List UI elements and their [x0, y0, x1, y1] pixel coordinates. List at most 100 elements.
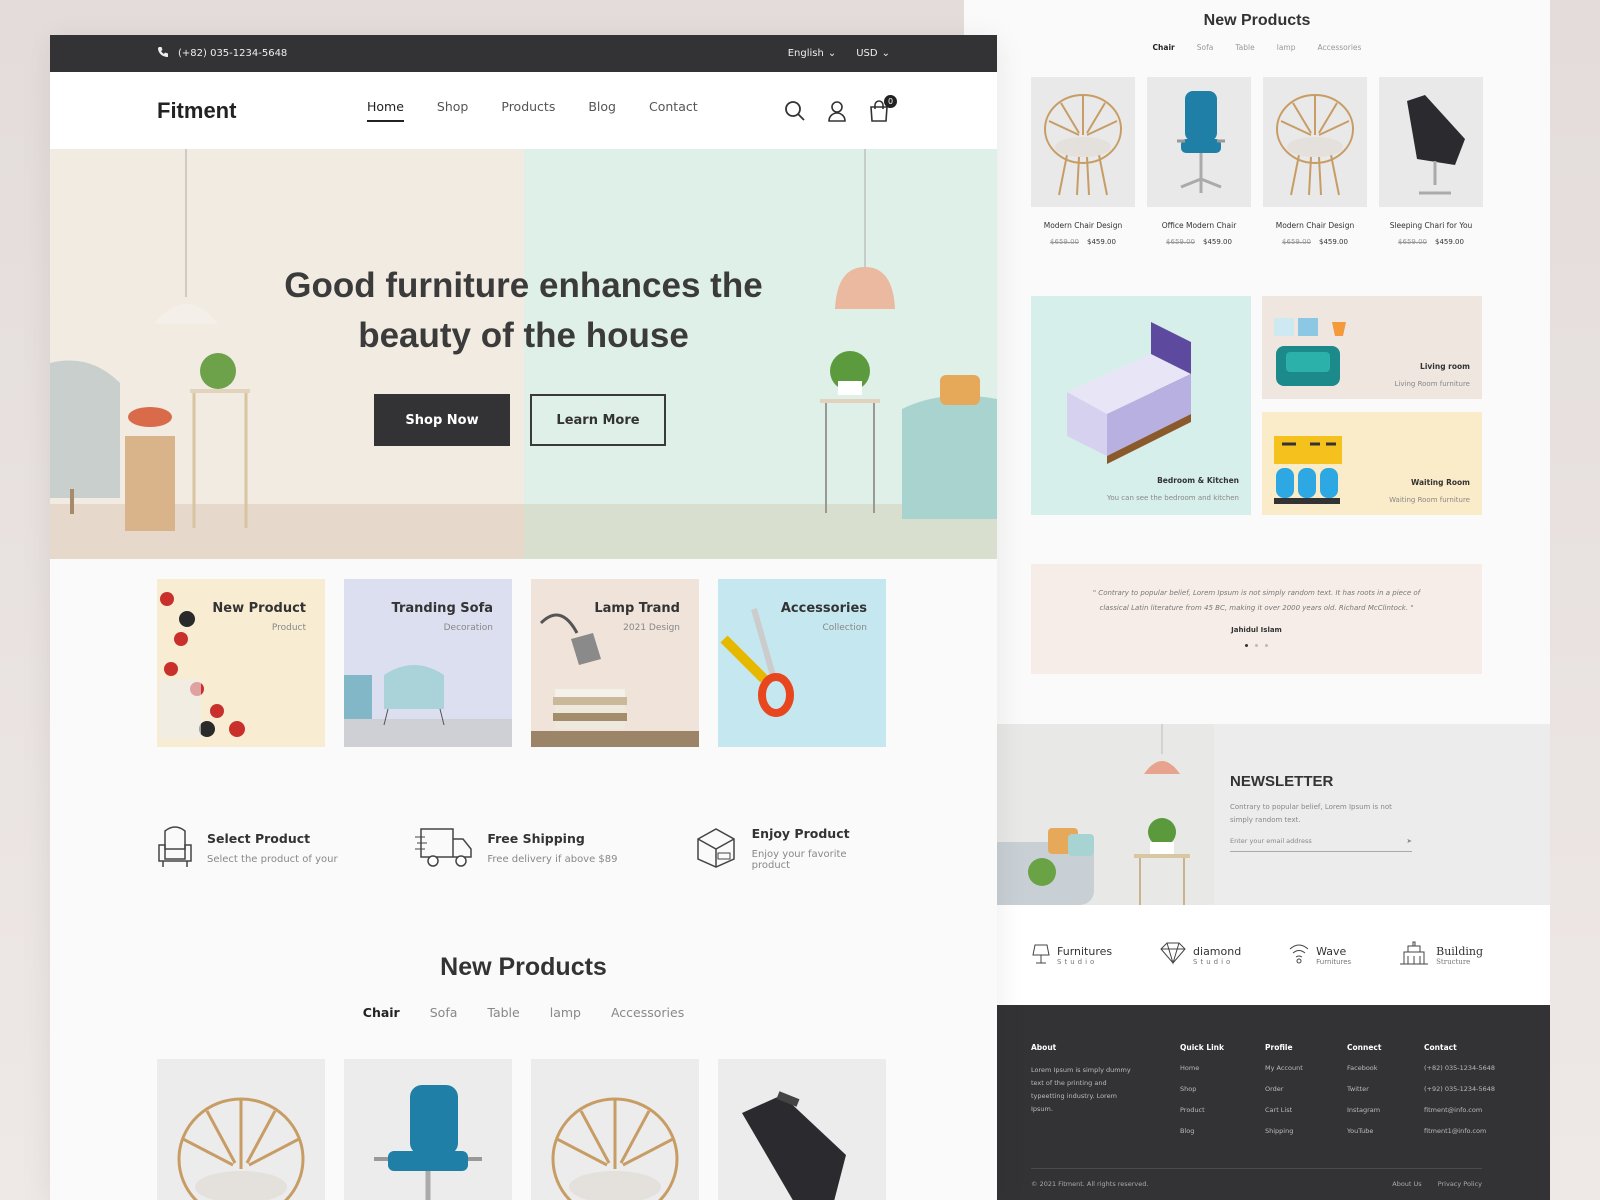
send-icon[interactable]: ➤: [1407, 837, 1412, 845]
phone-icon: [157, 46, 169, 61]
product-image: [374, 1085, 482, 1200]
main-page: (+82) 035-1234-5648 English ⌄ USD ⌄ Fitmen…: [50, 35, 997, 1200]
footer-bottom: © 2021 Fitment. All rights reserved. Abo…: [1031, 1168, 1482, 1188]
product-name[interactable]: Sleeping Chari for You: [1379, 221, 1483, 230]
brand-logo: Building Structure: [1398, 940, 1483, 970]
product-name[interactable]: Modern Chair Design: [1263, 221, 1367, 230]
product-price: $659.00 $459.00: [1050, 238, 1116, 246]
category-title: Lamp Trand: [594, 601, 680, 616]
tab-accessories[interactable]: Accessories: [611, 1005, 684, 1020]
nav-item-contact[interactable]: Contact: [649, 99, 698, 122]
category-subtitle: Product: [271, 623, 306, 633]
newsletter-section: NEWSLETTER Contrary to popular belief, L…: [964, 724, 1550, 905]
nav-item-shop[interactable]: Shop: [437, 99, 468, 122]
waiting-seats-icon: [1274, 436, 1342, 504]
footer-link[interactable]: fitment1@info.com: [1424, 1127, 1495, 1135]
building-icon: [1398, 940, 1430, 970]
category-card-accessories[interactable]: Accessories Collection: [718, 579, 886, 747]
cart-icon[interactable]: 0: [868, 94, 897, 122]
footer-link[interactable]: (+92) 035-1234-5648: [1424, 1085, 1495, 1093]
nav-item-products[interactable]: Products: [501, 99, 555, 122]
product-card[interactable]: [157, 1059, 325, 1200]
product-card[interactable]: Sleeping Chari for You $659.00 $459.00: [1379, 77, 1483, 246]
product-card[interactable]: [344, 1059, 512, 1200]
testimonial-quote: " Contrary to popular belief, Lorem Ipsu…: [1092, 589, 1421, 612]
footer-column: Connect Facebook Twitter Instagram YouTu…: [1347, 1043, 1382, 1135]
footer-link[interactable]: About Us: [1392, 1180, 1421, 1188]
carousel-dots[interactable]: [1031, 644, 1482, 647]
right-tab-accessories[interactable]: Accessories: [1317, 43, 1361, 52]
category-subtitle: 2021 Design: [623, 623, 680, 633]
right-new-products-title: New Products: [1203, 12, 1311, 29]
tab-sofa[interactable]: Sofa: [430, 1005, 458, 1020]
footer-link[interactable]: fitment@info.com: [1424, 1106, 1495, 1114]
footer-link[interactable]: Order: [1265, 1085, 1303, 1093]
footer-about: About Lorem Ipsum is simply dummy text o…: [1031, 1043, 1131, 1113]
right-tab-sofa[interactable]: Sofa: [1197, 43, 1214, 52]
email-input[interactable]: Enter your email address ➤: [1230, 837, 1412, 852]
footer-link[interactable]: (+82) 035-1234-5648: [1424, 1064, 1495, 1072]
category-title: New Product: [212, 601, 306, 616]
product-card[interactable]: Office Modern Chair $659.00 $459.00: [1147, 77, 1251, 246]
footer-link[interactable]: Instagram: [1347, 1106, 1381, 1114]
currency-select[interactable]: USD ⌄: [856, 48, 890, 59]
nav-menu: Home Shop Products Blog Contact: [367, 99, 784, 122]
wave-icon: [1288, 941, 1310, 969]
user-icon[interactable]: [826, 100, 848, 122]
right-page-preview: New Products Chair Sofa Table lamp Acces…: [964, 0, 1550, 1200]
footer-link[interactable]: YouTube: [1347, 1127, 1381, 1135]
tab-table[interactable]: Table: [487, 1005, 519, 1020]
nav-item-home[interactable]: Home: [367, 99, 404, 122]
product-price: $659.00 $459.00: [1398, 238, 1464, 246]
product-card[interactable]: [531, 1059, 699, 1200]
footer-link[interactable]: Cart List: [1265, 1106, 1303, 1114]
phone-contact: (+82) 035-1234-5648: [157, 46, 287, 61]
room-card-waiting[interactable]: Waiting Room Waiting Room furniture: [1262, 412, 1482, 515]
footer-link[interactable]: Privacy Policy: [1438, 1180, 1482, 1188]
category-card-new-product[interactable]: New Product Product: [157, 579, 325, 747]
room-subtitle: Living Room furniture: [1394, 380, 1470, 388]
product-tabs: Chair Sofa Table lamp Accessories: [50, 1005, 997, 1020]
product-image: [742, 1091, 846, 1200]
room-subtitle: Waiting Room furniture: [1389, 496, 1470, 504]
testimonial-author: Jahidul Islam: [1231, 626, 1282, 634]
footer-link[interactable]: Home: [1180, 1064, 1224, 1072]
tab-chair[interactable]: Chair: [363, 1005, 400, 1020]
shop-now-button[interactable]: Shop Now: [374, 394, 510, 446]
right-tab-lamp[interactable]: lamp: [1277, 43, 1296, 52]
right-product-tabs: Chair Sofa Table lamp Accessories: [964, 43, 1550, 52]
feature-item: Enjoy Product Enjoy your favorite product: [694, 823, 887, 873]
product-image: [1379, 77, 1483, 207]
feature-item: Free Shipping Free delivery if above $89: [415, 823, 693, 873]
footer-link[interactable]: Twitter: [1347, 1085, 1381, 1093]
chevron-down-icon: ⌄: [881, 48, 890, 59]
logo[interactable]: Fitment: [157, 98, 367, 124]
product-card[interactable]: [718, 1059, 886, 1200]
main-nav: Fitment Home Shop Products Blog Contact …: [50, 72, 997, 149]
footer-link[interactable]: My Account: [1265, 1064, 1303, 1072]
cart-count-badge: 0: [884, 94, 897, 108]
right-tab-table[interactable]: Table: [1235, 43, 1254, 52]
room-card-bedroom[interactable]: Bedroom & Kitchen You can see the bedroo…: [1031, 296, 1251, 515]
product-card[interactable]: Modern Chair Design $659.00 $459.00: [1263, 77, 1367, 246]
footer-link[interactable]: Facebook: [1347, 1064, 1381, 1072]
nav-item-blog[interactable]: Blog: [588, 99, 616, 122]
footer-link[interactable]: Shipping: [1265, 1127, 1303, 1135]
newsletter-title: NEWSLETTER: [1230, 773, 1334, 790]
brand-logo: Wave Furnitures: [1288, 941, 1351, 969]
footer-link[interactable]: Blog: [1180, 1127, 1224, 1135]
category-card-sofa[interactable]: Tranding Sofa Decoration: [344, 579, 512, 747]
room-card-living[interactable]: Living room Living Room furniture: [1262, 296, 1482, 399]
learn-more-button[interactable]: Learn More: [530, 394, 666, 446]
category-card-lamp[interactable]: Lamp Trand 2021 Design: [531, 579, 699, 747]
product-name[interactable]: Office Modern Chair: [1147, 221, 1251, 230]
footer-link[interactable]: Product: [1180, 1106, 1224, 1114]
tab-lamp[interactable]: lamp: [550, 1005, 581, 1020]
language-select[interactable]: English ⌄: [788, 48, 837, 59]
product-name[interactable]: Modern Chair Design: [1031, 221, 1135, 230]
right-tab-chair[interactable]: Chair: [1153, 43, 1175, 52]
brand-strip: Furnitures Studio diamond Studio Wave Furni…: [964, 905, 1550, 1005]
footer-link[interactable]: Shop: [1180, 1085, 1224, 1093]
search-icon[interactable]: [784, 100, 806, 122]
product-card[interactable]: Modern Chair Design $659.00 $459.00: [1031, 77, 1135, 246]
